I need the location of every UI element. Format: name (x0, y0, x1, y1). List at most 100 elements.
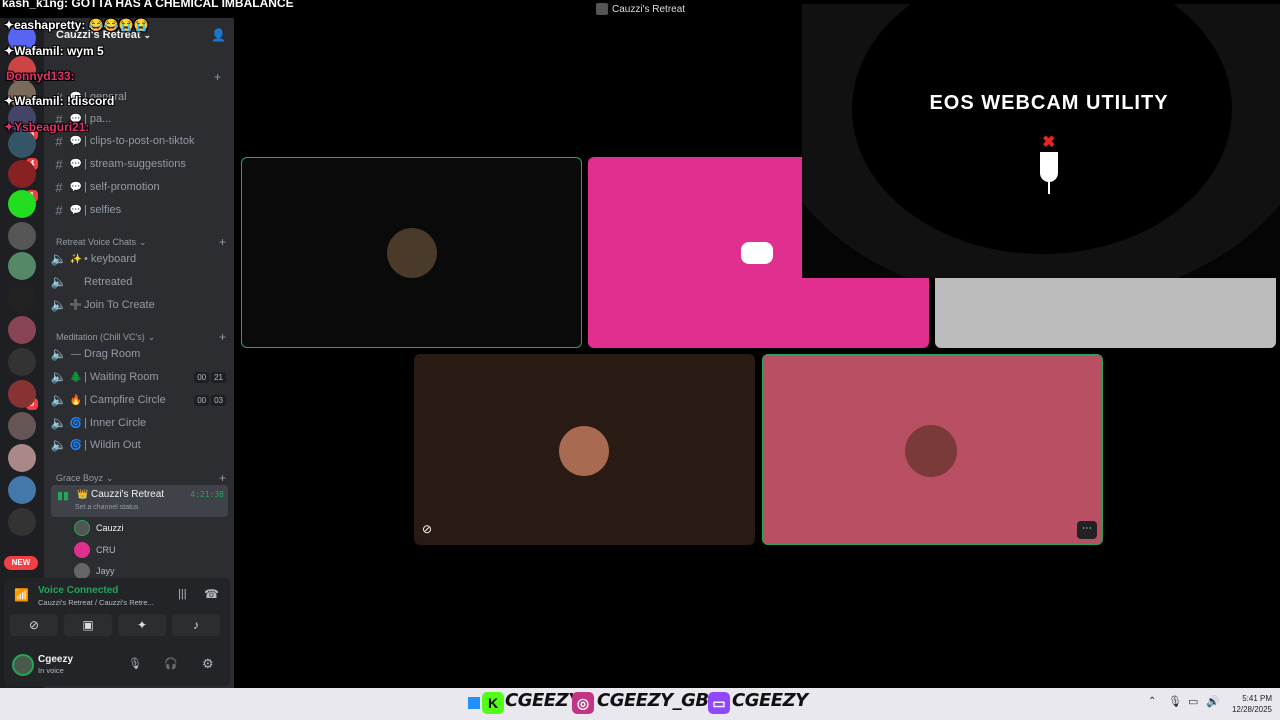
channel-item[interactable]: # 💬 | stream-suggestions (50, 153, 230, 175)
webcam-utility-overlay: EOS WEBCAM UTILITY ✖ (802, 4, 1280, 278)
gear-icon[interactable]: ⚙ (202, 656, 214, 672)
user-name: Cgeezy (38, 654, 74, 665)
hash-icon: # (55, 179, 63, 195)
server-icon[interactable] (8, 284, 36, 312)
avatar (905, 425, 957, 477)
microphone-icon[interactable]: 🎙 (1168, 695, 1182, 708)
user-count-badge: 00 03 (194, 394, 226, 406)
server-icon[interactable] (8, 130, 36, 158)
member-name: Cauzzi (96, 523, 124, 533)
user-status: In voice (38, 666, 64, 675)
avatar (559, 426, 609, 476)
add-channel-icon[interactable]: + (219, 235, 226, 249)
window-title: Cauzzi's Retreat (596, 2, 685, 16)
channel-name: | selfies (84, 204, 122, 216)
voice-channel-item[interactable]: 🔈 ✨ • keyboard (50, 248, 230, 270)
voice-activity-icon: ▮▮ (57, 490, 70, 502)
kick-logo-icon: K (482, 692, 504, 714)
voice-status: Voice Connected (38, 585, 119, 596)
activities-button[interactable]: ✦ (118, 614, 166, 636)
voice-location[interactable]: Cauzzi's Retreat / Cauzzi's Retre... (38, 598, 154, 607)
avatar (74, 563, 90, 579)
channel-name: | stream-suggestions (84, 158, 186, 170)
overlay-chat-message: ✦eashapretty: 😂😂😭😭 (4, 18, 149, 32)
avatar (387, 228, 437, 278)
active-voice-name: Cauzzi's Retreat (91, 489, 165, 500)
voice-channel-item[interactable]: 🔈 🌲 | Waiting Room 00 21 (50, 366, 230, 388)
active-voice-channel[interactable]: ▮▮ 👑 Cauzzi's Retreat 4:21:38 Set a chan… (51, 485, 228, 517)
window-title-text: Cauzzi's Retreat (612, 3, 686, 15)
channel-name: | Campfire Circle (84, 394, 166, 406)
channel-item[interactable]: # 💬 | selfies (50, 199, 230, 221)
taskbar: K CGEEZY ◎ CGEEZY_GBC ▭ CGEEZY ⌃ 🎙 ▭ 🔊 5… (0, 688, 1280, 720)
add-channel-icon[interactable]: + (219, 471, 226, 485)
voice-channel-item[interactable]: 🔈 Retreated (50, 271, 230, 293)
server-icon[interactable] (8, 252, 36, 280)
clock-time[interactable]: 5:41 PM (1232, 694, 1272, 703)
volume-icon[interactable]: 🔊 (1206, 695, 1220, 708)
voice-member[interactable]: Cauzzi (74, 518, 124, 538)
display-icon[interactable]: ▭ (1188, 695, 1198, 708)
voice-channel-item[interactable]: 🔈 ➕ Join To Create (50, 294, 230, 316)
screen-share-button[interactable]: ▣ (64, 614, 112, 636)
channel-item[interactable]: # 💬 | self-promotion (50, 176, 230, 198)
server-icon[interactable] (8, 160, 36, 188)
channel-emoji-icon: — (71, 348, 81, 360)
channel-emoji-icon: 💬 (69, 204, 83, 216)
server-icon[interactable] (8, 316, 36, 344)
video-tile[interactable] (241, 157, 582, 348)
windows-start-icon[interactable] (468, 697, 480, 709)
server-icon[interactable] (8, 412, 36, 440)
speaker-icon: 🔈 (50, 346, 68, 361)
overlay-chat-message: kash_k1ng: GOTTA HAS A CHEMICAL IMBALANC… (2, 0, 294, 10)
server-icon[interactable] (8, 222, 36, 250)
voice-connected-panel: 📶 Voice Connected Cauzzi's Retreat / Cau… (4, 578, 230, 686)
voice-channel-item[interactable]: 🔈 🌀 | Wildin Out (50, 434, 230, 456)
server-icon[interactable] (8, 508, 36, 536)
voice-channel-item[interactable]: 🔈 — Drag Room (50, 343, 230, 365)
category-header[interactable]: Meditation (Chill VC's) ⌄ + (56, 330, 226, 344)
hash-icon: # (55, 202, 63, 218)
microphone-icon[interactable]: 🎙 (128, 657, 142, 670)
disconnect-icon[interactable]: ☎ (204, 587, 219, 601)
voice-timer: 4:21:38 (190, 490, 224, 499)
instagram-handle: CGEEZY_GBC (597, 690, 722, 711)
category-header[interactable]: Retreat Voice Chats ⌄ + (56, 235, 226, 249)
speaker-icon: 🔈 (50, 437, 68, 452)
channel-name: Drag Room (84, 348, 141, 360)
channel-emoji-icon: 💬 (69, 181, 83, 193)
server-icon[interactable] (8, 348, 36, 376)
channel-status[interactable]: Set a channel status (75, 504, 138, 511)
server-icon[interactable] (8, 444, 36, 472)
add-channel-icon[interactable]: + (219, 330, 226, 344)
voice-channel-item[interactable]: 🔈 🌀 | Inner Circle (50, 412, 230, 434)
more-options-icon[interactable]: ⋯ (1077, 521, 1097, 539)
usb-plug-icon (1040, 152, 1058, 182)
chevron-up-icon[interactable]: ⌃ (1148, 696, 1156, 707)
add-member-icon[interactable]: 👤 (211, 28, 226, 42)
category-header[interactable]: Grace Boyz ⌄ + (56, 471, 226, 485)
crown-icon: 👑 (77, 489, 89, 499)
camera-off-button[interactable]: ⊘ (10, 614, 58, 636)
clock-date[interactable]: 12/28/2025 (1224, 705, 1272, 714)
voice-channel-item[interactable]: 🔈 🔥 | Campfire Circle 00 03 (50, 389, 230, 411)
camera-off-icon: ⊘ (422, 522, 433, 536)
channel-name: Join To Create (84, 299, 155, 311)
server-icon[interactable] (8, 190, 36, 218)
hash-icon: # (55, 133, 63, 149)
voice-member[interactable]: CRU (74, 540, 116, 560)
server-icon[interactable] (8, 380, 36, 408)
headphones-icon[interactable]: 🎧 (164, 657, 178, 670)
video-tile[interactable]: ⊘ (414, 354, 755, 545)
avatar (74, 520, 90, 536)
video-tile[interactable]: ⋯ (762, 354, 1103, 545)
chevron-down-icon: ⌄ (147, 331, 156, 342)
channel-emoji-icon: 💬 (69, 135, 83, 147)
soundboard-button[interactable]: ♪ (172, 614, 220, 636)
server-icon[interactable] (8, 476, 36, 504)
noise-suppression-icon[interactable]: ||| (178, 588, 187, 600)
avatar[interactable] (12, 654, 34, 676)
channel-name: | Waiting Room (84, 371, 159, 383)
category-name: Retreat Voice Chats (56, 237, 137, 247)
add-channel-icon[interactable]: + (214, 70, 221, 84)
